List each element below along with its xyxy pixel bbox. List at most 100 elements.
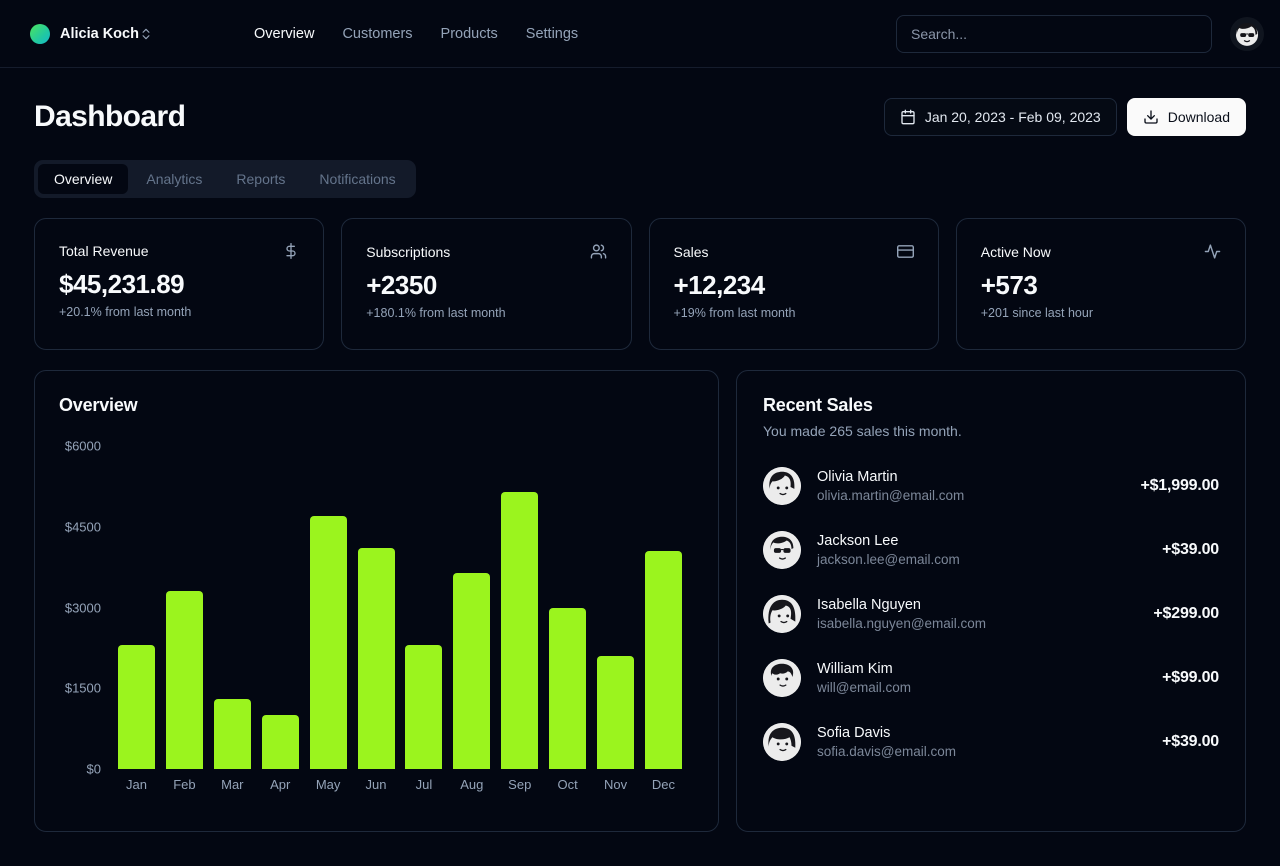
x-axis-tick: Oct: [543, 777, 592, 792]
y-axis-tick: $1500: [59, 681, 101, 696]
bar-chart: $6000$4500$3000$1500$0JanFebMarAprMayJun…: [59, 446, 694, 769]
sale-amount: +$299.00: [1153, 605, 1219, 623]
sale-amount: +$1,999.00: [1140, 477, 1219, 495]
tab-reports[interactable]: Reports: [220, 164, 301, 194]
credit-card-icon: [897, 243, 914, 260]
bar-rect: [310, 516, 347, 769]
recent-sales-card: Recent Sales You made 265 sales this mon…: [736, 370, 1246, 832]
bar-oct: Oct: [549, 446, 586, 769]
dollar-sign-icon: [283, 243, 299, 259]
user-avatar[interactable]: [1230, 17, 1264, 51]
bar-rect: [453, 573, 490, 769]
stat-title: Total Revenue: [59, 243, 149, 259]
main-nav: Overview Customers Products Settings: [254, 26, 578, 42]
customer-email: will@email.com: [817, 680, 911, 695]
download-label: Download: [1168, 109, 1230, 125]
nav-link-customers[interactable]: Customers: [342, 26, 412, 42]
chart-plot-area: JanFebMarAprMayJunJulAugSepOctNovDec: [118, 446, 682, 769]
stat-value: +12,234: [674, 270, 914, 301]
tab-overview[interactable]: Overview: [38, 164, 128, 194]
x-axis-tick: Feb: [160, 777, 209, 792]
stats-grid: Total Revenue $45,231.89 +20.1% from las…: [34, 218, 1246, 350]
y-axis-tick: $6000: [59, 439, 101, 454]
x-axis-tick: May: [304, 777, 353, 792]
x-axis-tick: Aug: [447, 777, 496, 792]
download-button[interactable]: Download: [1127, 98, 1246, 136]
bar-rect: [214, 699, 251, 769]
bar-apr: Apr: [262, 446, 299, 769]
users-icon: [590, 243, 607, 260]
y-axis-tick: $3000: [59, 600, 101, 615]
stat-change: +180.1% from last month: [366, 306, 606, 320]
avatar-william: [763, 659, 801, 697]
x-axis-tick: Apr: [256, 777, 305, 792]
team-logo-icon: [30, 24, 50, 44]
stat-change: +19% from last month: [674, 306, 914, 320]
stat-change: +20.1% from last month: [59, 305, 299, 319]
date-range-label: Jan 20, 2023 - Feb 09, 2023: [925, 109, 1101, 125]
x-axis-tick: Jan: [112, 777, 161, 792]
team-name: Alicia Koch: [60, 26, 139, 42]
bar-jan: Jan: [118, 446, 155, 769]
avatar-isabella: [763, 595, 801, 633]
customer-name: Sofia Davis: [817, 725, 956, 741]
stat-change: +201 since last hour: [981, 306, 1221, 320]
tab-analytics[interactable]: Analytics: [130, 164, 218, 194]
customer-email: isabella.nguyen@email.com: [817, 616, 986, 631]
x-axis-tick: Dec: [639, 777, 688, 792]
y-axis-tick: $4500: [59, 519, 101, 534]
bar-jul: Jul: [405, 446, 442, 769]
nav-link-settings[interactable]: Settings: [526, 26, 578, 42]
stat-value: +2350: [366, 270, 606, 301]
top-nav: Alicia Koch Overview Customers Products …: [0, 0, 1280, 68]
x-axis-tick: Mar: [208, 777, 257, 792]
sale-row: Isabella Nguyen isabella.nguyen@email.co…: [763, 595, 1219, 633]
nav-link-products[interactable]: Products: [441, 26, 498, 42]
stat-card-subscriptions: Subscriptions +2350 +180.1% from last mo…: [341, 218, 631, 350]
customer-email: olivia.martin@email.com: [817, 488, 964, 503]
activity-icon: [1204, 243, 1221, 260]
download-icon: [1143, 109, 1159, 125]
date-range-picker[interactable]: Jan 20, 2023 - Feb 09, 2023: [884, 98, 1117, 136]
sale-row: Olivia Martin olivia.martin@email.com +$…: [763, 467, 1219, 505]
dashboard-tabs: Overview Analytics Reports Notifications: [34, 160, 416, 198]
bar-rect: [262, 715, 299, 769]
bar-rect: [549, 608, 586, 770]
user-avatar-image: [1230, 17, 1264, 51]
sale-amount: +$99.00: [1162, 669, 1219, 687]
bar-mar: Mar: [214, 446, 251, 769]
stat-title: Active Now: [981, 244, 1051, 260]
chevrons-up-down-icon: [139, 27, 153, 41]
team-switcher[interactable]: Alicia Koch: [30, 24, 216, 44]
customer-name: Olivia Martin: [817, 469, 964, 485]
bar-rect: [501, 492, 538, 769]
recent-sales-subtitle: You made 265 sales this month.: [763, 423, 1219, 439]
search-input[interactable]: [896, 15, 1212, 53]
customer-name: Jackson Lee: [817, 533, 960, 549]
sale-row: William Kim will@email.com +$99.00: [763, 659, 1219, 697]
bar-aug: Aug: [453, 446, 490, 769]
x-axis-tick: Sep: [495, 777, 544, 792]
bar-rect: [405, 645, 442, 769]
customer-email: sofia.davis@email.com: [817, 744, 956, 759]
customer-name: Isabella Nguyen: [817, 597, 986, 613]
sale-amount: +$39.00: [1162, 733, 1219, 751]
overview-chart-card: Overview $6000$4500$3000$1500$0JanFebMar…: [34, 370, 719, 832]
sale-row: Jackson Lee jackson.lee@email.com +$39.0…: [763, 531, 1219, 569]
bar-nov: Nov: [597, 446, 634, 769]
bar-jun: Jun: [358, 446, 395, 769]
tab-notifications[interactable]: Notifications: [303, 164, 411, 194]
stat-value: $45,231.89: [59, 269, 299, 300]
bar-rect: [597, 656, 634, 769]
recent-sales-title: Recent Sales: [763, 395, 1219, 416]
bar-rect: [166, 591, 203, 769]
customer-email: jackson.lee@email.com: [817, 552, 960, 567]
stat-card-sales: Sales +12,234 +19% from last month: [649, 218, 939, 350]
customer-name: William Kim: [817, 661, 911, 677]
sale-amount: +$39.00: [1162, 541, 1219, 559]
y-axis-tick: $0: [59, 762, 101, 777]
nav-link-overview[interactable]: Overview: [254, 26, 314, 42]
stat-value: +573: [981, 270, 1221, 301]
stat-title: Subscriptions: [366, 244, 450, 260]
stat-title: Sales: [674, 244, 709, 260]
